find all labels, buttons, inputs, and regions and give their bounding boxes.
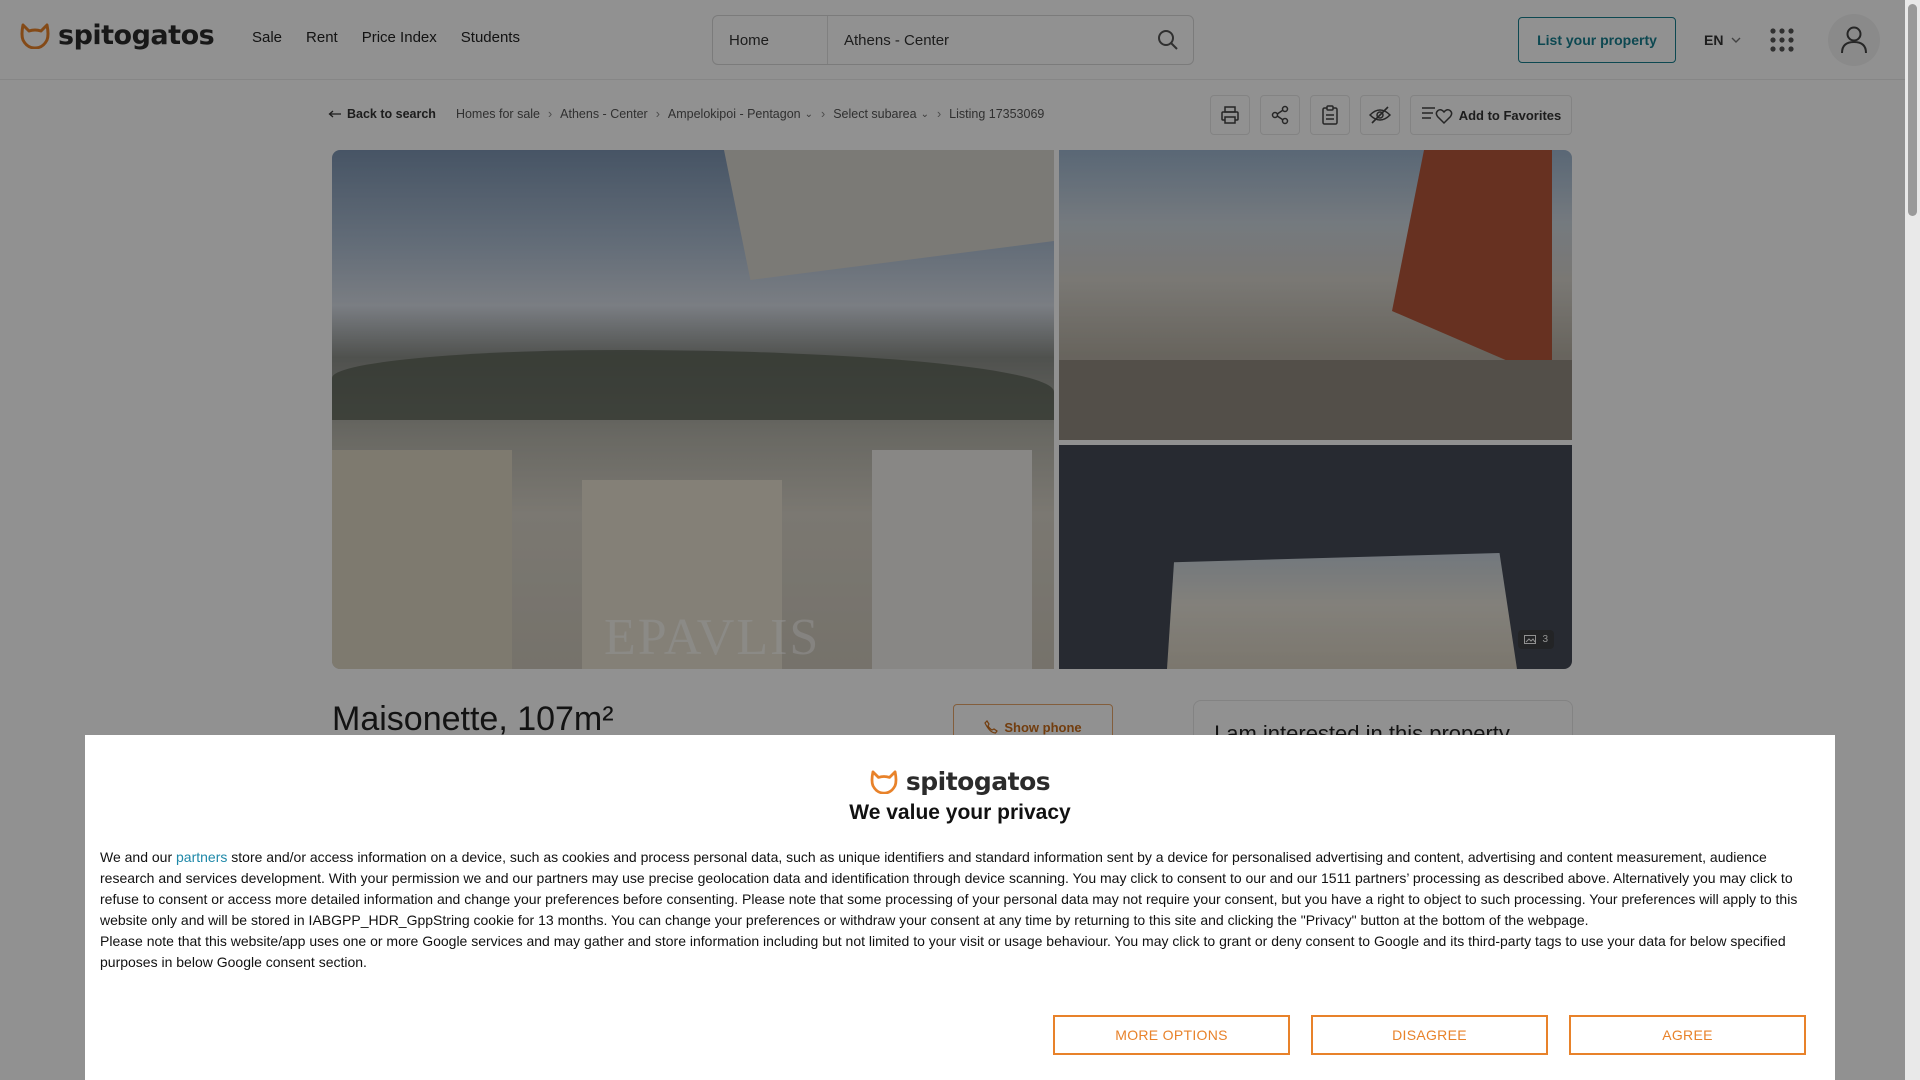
more-options-button[interactable]: MORE OPTIONS [1053, 1015, 1290, 1055]
consent-text-segment: store and/or access information on a dev… [100, 849, 1798, 928]
consent-logo: spitogatos [85, 767, 1835, 796]
consent-text-segment: We and our [100, 849, 177, 865]
consent-dialog: spitogatos We value your privacy We and … [85, 735, 1835, 1080]
consent-logo-text: spitogatos [905, 767, 1051, 796]
partners-link[interactable]: partners [176, 849, 227, 865]
scrollbar-thumb[interactable] [1908, 4, 1917, 216]
disagree-button[interactable]: DISAGREE [1311, 1015, 1548, 1055]
agree-button[interactable]: AGREE [1569, 1015, 1806, 1055]
page-scrollbar[interactable] [1905, 0, 1920, 1080]
consent-paragraph: We and our partners store and/or access … [100, 847, 1820, 931]
consent-title: We value your privacy [849, 801, 1071, 824]
consent-google-paragraph: Please note that this website/app uses o… [100, 933, 1786, 970]
consent-body: We and our partners store and/or access … [100, 847, 1820, 973]
cat-logo-icon [870, 769, 898, 794]
